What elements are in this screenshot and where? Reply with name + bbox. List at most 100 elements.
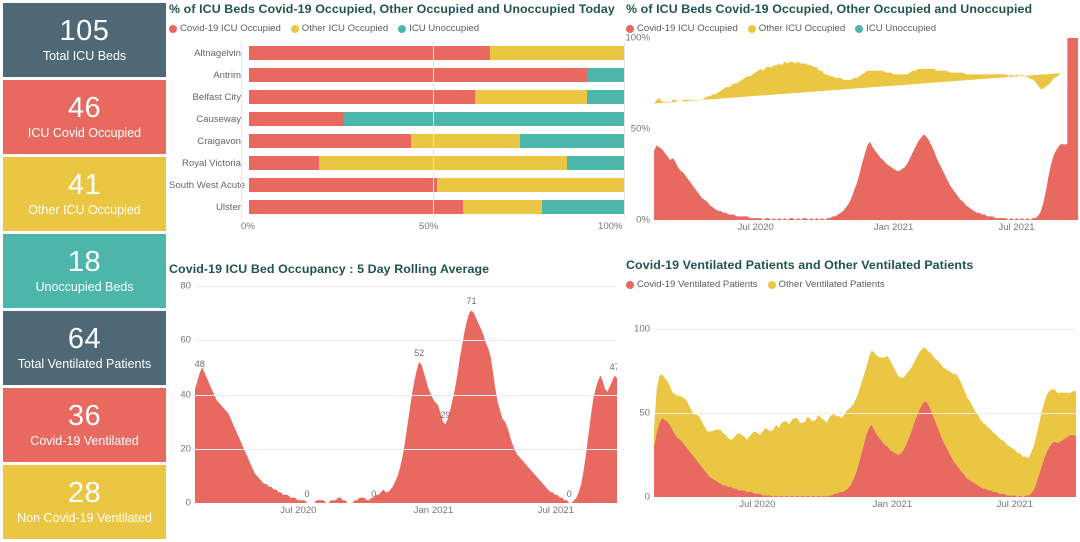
y-axis-tick: 80	[180, 280, 191, 292]
icu-beds-today-xaxis: 0% 50% 100%	[241, 221, 625, 235]
panel-icu-beds-today-title: % of ICU Beds Covid-19 Occupied, Other O…	[169, 2, 615, 16]
bar-segment[interactable]	[249, 156, 319, 170]
bar-segment[interactable]	[587, 68, 625, 82]
covid-icu-rolling-plot: 0 20 40 60 80 48 0 0 52 29 71 0 47 Jul 2020 Jan 2021…	[169, 281, 625, 526]
kpi-other-icu-occupied[interactable]: 41 Other ICU Occupied	[3, 157, 166, 231]
x-axis-tick: 50%	[419, 221, 439, 232]
area-series[interactable]	[654, 61, 1068, 104]
legend-item[interactable]: Covid-19 ICU Occupied	[169, 23, 281, 34]
bar-category-label: Causeway	[196, 113, 241, 125]
kpi-label: Total Ventilated Patients	[17, 357, 152, 372]
x-axis-tick: Jan 2021	[413, 505, 454, 516]
table-row[interactable]: Craigavon	[169, 130, 625, 152]
gridline	[195, 394, 617, 396]
kpi-total-ventilated-patients[interactable]: 64 Total Ventilated Patients	[3, 311, 166, 385]
data-label: 47	[609, 361, 617, 372]
table-row[interactable]: South West Acute	[169, 174, 625, 196]
covid-icu-rolling-xaxis: Jul 2020 Jan 2021 Jul 2021	[195, 505, 617, 519]
y-axis-tick: 0%	[636, 214, 650, 226]
x-axis-tick: Jul 2020	[280, 505, 317, 516]
table-row[interactable]: Altnagelvin	[169, 42, 625, 64]
bar-segment[interactable]	[463, 200, 543, 214]
icu-beds-trend-plot: 0% 50% 100% Jul 2020 Jan 2021 Jul 2021	[625, 33, 1078, 243]
table-row[interactable]: Antrim	[169, 64, 625, 86]
kpi-value: 18	[67, 245, 102, 278]
bar-segment[interactable]	[410, 134, 520, 148]
legend-item[interactable]: Covid-19 Ventilated Patients	[626, 279, 758, 290]
legend-swatch-icon	[767, 280, 776, 289]
bar-segment[interactable]	[249, 200, 464, 214]
bar-segment[interactable]	[566, 156, 625, 170]
legend-label: Covid-19 ICU Occupied	[637, 23, 738, 34]
kpi-value: 28	[67, 476, 102, 509]
table-row[interactable]: Ulster	[169, 196, 625, 218]
bar-segment[interactable]	[249, 46, 490, 60]
legend-swatch-icon	[398, 24, 407, 33]
kpi-non-covid-19-ventilated[interactable]: 28 Non Covid-19 Ventilated	[3, 465, 166, 539]
legend-item[interactable]: Other ICU Occupied	[747, 23, 846, 34]
legend-label: Covid-19 ICU Occupied	[180, 23, 281, 34]
icu-beds-trend-yaxis: 0% 50% 100%	[625, 33, 654, 226]
legend-label: Other Ventilated Patients	[778, 279, 885, 290]
panel-icu-beds-trend: % of ICU Beds Covid-19 Occupied, Other O…	[625, 2, 1078, 256]
y-axis-tick: 0	[644, 491, 650, 503]
gridline	[654, 412, 1076, 414]
stacked-bar	[249, 90, 625, 104]
bar-category-label: South West Acute	[169, 179, 246, 191]
bar-segment[interactable]	[542, 200, 625, 214]
kpi-unoccupied-beds[interactable]: 18 Unoccupied Beds	[3, 234, 166, 308]
legend-swatch-icon	[855, 24, 864, 33]
data-label: 29	[440, 410, 451, 421]
icu-beds-trend-series	[654, 38, 1078, 220]
bar-category-label: Craigavon	[197, 135, 241, 147]
kpi-total-icu-beds[interactable]: 105 Total ICU Beds	[3, 3, 166, 77]
kpi-label: Other ICU Occupied	[28, 203, 141, 218]
bar-segment[interactable]	[587, 90, 625, 104]
table-row[interactable]: Causeway	[169, 108, 625, 130]
bar-segment[interactable]	[249, 178, 437, 192]
table-row[interactable]: Royal Victoria	[169, 152, 625, 174]
kpi-value: 46	[67, 91, 102, 124]
data-label: 0	[304, 489, 310, 499]
legend-label: Covid-19 Ventilated Patients	[637, 279, 758, 290]
kpi-covid-19-ventilated[interactable]: 36 Covid-19 Ventilated	[3, 388, 166, 462]
stacked-bar	[249, 200, 625, 214]
area-series[interactable]	[654, 38, 1078, 220]
legend-item[interactable]: Other Ventilated Patients	[767, 279, 885, 290]
panel-covid-icu-rolling-title: Covid-19 ICU Bed Occupancy : 5 Day Rolli…	[169, 262, 490, 276]
data-label: 52	[414, 347, 425, 358]
bar-segment[interactable]	[249, 134, 411, 148]
kpi-icu-covid-occupied[interactable]: 46 ICU Covid Occupied	[3, 80, 166, 154]
bar-segment[interactable]	[519, 134, 625, 148]
bar-segment[interactable]	[437, 178, 625, 192]
bar-segment[interactable]	[343, 112, 625, 126]
legend-label: Other ICU Occupied	[758, 23, 846, 34]
legend-label: Other ICU Occupied	[301, 23, 389, 34]
bar-segment[interactable]	[318, 156, 567, 170]
gridline	[654, 328, 1076, 330]
ventilated-patients-plot: 0 50 100 Jul 2020 Jan 2021 Jul 2021	[626, 312, 1078, 527]
stacked-bar	[249, 134, 625, 148]
bar-segment[interactable]	[489, 46, 625, 60]
bar-segment[interactable]	[249, 68, 588, 82]
legend-swatch-icon	[747, 24, 756, 33]
legend-swatch-icon	[169, 24, 177, 33]
legend-item[interactable]: Other ICU Occupied	[290, 23, 389, 34]
x-axis-tick: Jul 2021	[537, 505, 574, 516]
bar-segment[interactable]	[249, 112, 343, 126]
bar-segment[interactable]	[249, 90, 475, 104]
kpi-label: Total ICU Beds	[42, 49, 127, 64]
panel-icu-beds-today-legend: Covid-19 ICU Occupied Other ICU Occupied I…	[169, 23, 625, 34]
legend-item[interactable]: ICU Unoccupied	[855, 23, 936, 34]
kpi-label: ICU Covid Occupied	[27, 126, 142, 141]
y-axis-tick: 100	[633, 323, 650, 335]
kpi-value: 64	[67, 322, 102, 355]
data-label: 0	[566, 489, 572, 499]
bar-category-label: Royal Victoria	[181, 157, 241, 169]
legend-item[interactable]: ICU Unoccupied	[398, 23, 479, 34]
x-axis-tick: Jul 2020	[739, 499, 776, 510]
legend-label: ICU Unoccupied	[409, 23, 480, 34]
bar-segment[interactable]	[474, 90, 588, 104]
panel-covid-icu-rolling: Covid-19 ICU Bed Occupancy : 5 Day Rolli…	[169, 262, 625, 528]
table-row[interactable]: Belfast City	[169, 86, 625, 108]
